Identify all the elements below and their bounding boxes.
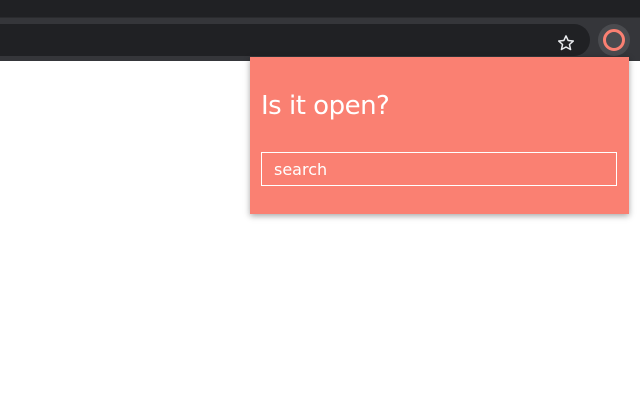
is-it-open-extension-button[interactable] <box>598 24 630 56</box>
browser-window: Is it open? <box>0 0 640 400</box>
search-input[interactable] <box>261 152 617 186</box>
address-bar[interactable] <box>0 24 590 56</box>
bookmark-star-button[interactable] <box>553 30 579 56</box>
popup-title: Is it open? <box>261 91 390 121</box>
tab-strip <box>0 0 640 17</box>
extension-popup: Is it open? <box>250 57 629 214</box>
star-outline-icon <box>557 35 575 51</box>
ring-icon <box>603 29 625 51</box>
browser-toolbar <box>0 17 640 61</box>
